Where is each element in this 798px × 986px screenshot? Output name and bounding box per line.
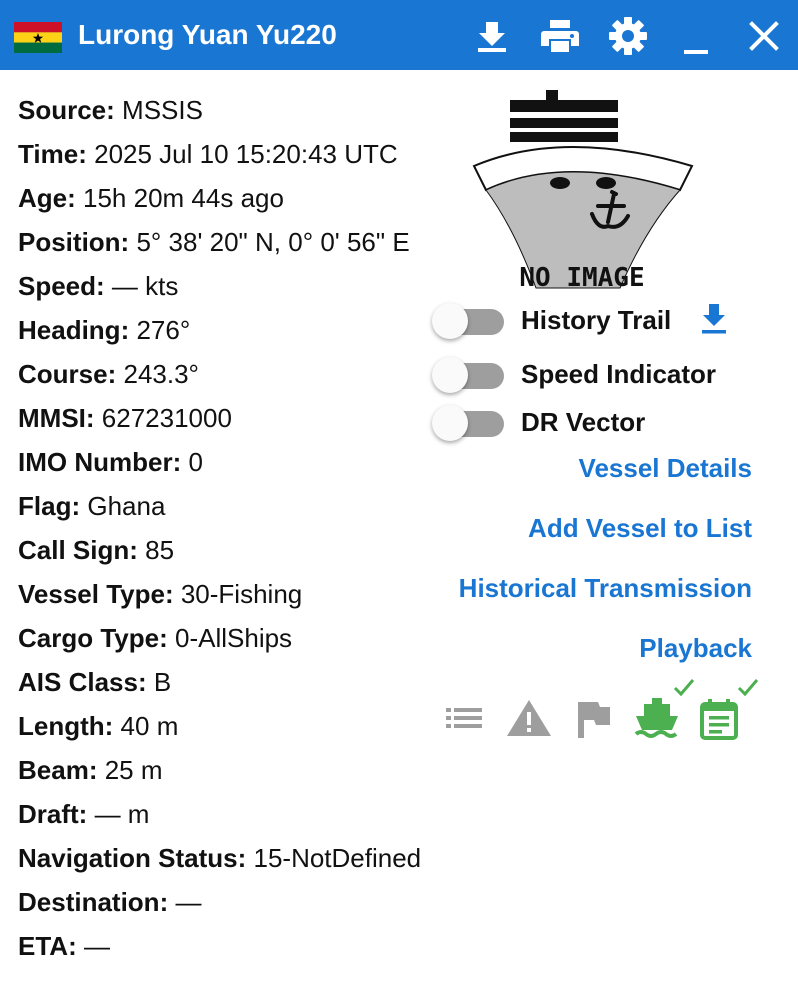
detail-label: Cargo Type: [18, 623, 168, 653]
detail-label: Destination: [18, 887, 169, 917]
no-image-label: NO IMAGE [519, 263, 644, 293]
detail-row: Beam: 25 m [18, 752, 448, 796]
detail-value: 2025 Jul 10 15:20:43 UTC [94, 139, 398, 169]
detail-label: ETA: [18, 931, 77, 961]
flag-icon[interactable] [568, 694, 618, 744]
calendar-note-icon[interactable] [696, 694, 746, 744]
detail-value: 40 m [120, 711, 179, 741]
switch-knob [432, 303, 468, 339]
detail-row: ETA: — [18, 928, 448, 972]
detail-row: Call Sign: 85 [18, 532, 448, 576]
detail-value: 0-AllShips [175, 623, 293, 653]
detail-row: Age: 15h 20m 44s ago [18, 180, 448, 224]
print-icon[interactable] [540, 16, 580, 56]
detail-label: Heading: [18, 315, 130, 345]
detail-label: Age: [18, 183, 76, 213]
playback-link[interactable]: Playback [639, 630, 752, 666]
detail-label: Time: [18, 139, 87, 169]
detail-value: 627231000 [101, 403, 232, 433]
detail-label: Position: [18, 227, 130, 257]
detail-value: 15h 20m 44s ago [83, 183, 284, 213]
detail-value: 85 [145, 535, 175, 565]
detail-row: Flag: Ghana [18, 488, 448, 532]
detail-label: Vessel Type: [18, 579, 174, 609]
detail-label: Length: [18, 711, 114, 741]
detail-label: Course: [18, 359, 117, 389]
detail-row: MMSI: 627231000 [18, 400, 448, 444]
detail-label: Flag: [18, 491, 81, 521]
window-title: Lurong Yuan Yu220 [78, 19, 337, 50]
detail-row: IMO Number: 0 [18, 444, 448, 488]
detail-label: Beam: [18, 755, 98, 785]
history-trail-download-icon[interactable] [698, 302, 730, 336]
detail-value: 25 m [104, 755, 163, 785]
warning-icon[interactable] [504, 694, 554, 744]
detail-value: MSSIS [122, 95, 203, 125]
switch-knob [432, 405, 468, 441]
detail-row: Source: MSSIS [18, 92, 448, 136]
detail-value: B [153, 667, 172, 697]
detail-value: — m [94, 799, 150, 829]
minimize-icon[interactable] [676, 16, 716, 56]
detail-value: — kts [111, 271, 179, 301]
detail-label: Source: [18, 95, 115, 125]
download-icon[interactable] [472, 16, 512, 56]
close-icon[interactable] [744, 16, 784, 56]
detail-value: 15-NotDefined [253, 843, 422, 873]
detail-label: IMO Number: [18, 447, 182, 477]
detail-value: 243.3° [123, 359, 199, 389]
detail-value: 0 [188, 447, 203, 477]
historical-transmission-link[interactable]: Historical Transmission [459, 570, 752, 606]
detail-label: Speed: [18, 271, 105, 301]
detail-value: 276° [136, 315, 191, 345]
detail-row: Draft: — m [18, 796, 448, 840]
detail-row: Navigation Status: 15-NotDefined [18, 840, 448, 884]
ship-icon[interactable] [632, 694, 682, 744]
history-trail-label: History Trail [521, 305, 672, 335]
dr-vector-label: DR Vector [521, 407, 646, 437]
detail-value: Ghana [87, 491, 166, 521]
detail-label: Navigation Status: [18, 843, 247, 873]
vessel-details-list: Source: MSSIS Time: 2025 Jul 10 15:20:43 … [18, 92, 448, 972]
checkmark-icon [672, 676, 696, 700]
detail-value: — [83, 931, 110, 961]
detail-value: 5° 38' 20" N, 0° 0' 56" E [136, 227, 410, 257]
detail-label: Draft: [18, 799, 88, 829]
detail-label: Call Sign: [18, 535, 138, 565]
gear-icon[interactable] [608, 16, 648, 56]
detail-row: AIS Class: B [18, 664, 448, 708]
detail-label: MMSI: [18, 403, 95, 433]
history-trail-switch[interactable] [432, 303, 506, 339]
speed-indicator-label: Speed Indicator [521, 359, 717, 389]
detail-row: Length: 40 m [18, 708, 448, 752]
switch-knob [432, 357, 468, 393]
detail-row: Time: 2025 Jul 10 15:20:43 UTC [18, 136, 448, 180]
speed-indicator-switch[interactable] [432, 357, 506, 393]
detail-row: Position: 5° 38' 20" N, 0° 0' 56" E [18, 224, 448, 268]
detail-value: 30-Fishing [180, 579, 303, 609]
list-icon[interactable] [440, 694, 490, 744]
vessel-details-link[interactable]: Vessel Details [579, 450, 752, 486]
checkmark-icon [736, 676, 760, 700]
detail-row: Cargo Type: 0-AllShips [18, 620, 448, 664]
detail-row: Speed: — kts [18, 268, 448, 312]
add-vessel-to-list-link[interactable]: Add Vessel to List [528, 510, 752, 546]
detail-row: Heading: 276° [18, 312, 448, 356]
detail-row: Destination: — [18, 884, 448, 928]
dr-vector-switch[interactable] [432, 405, 506, 441]
detail-row: Vessel Type: 30-Fishing [18, 576, 448, 620]
detail-label: AIS Class: [18, 667, 147, 697]
ghana-flag-icon [14, 22, 62, 53]
title-bar: Lurong Yuan Yu220 [0, 0, 798, 70]
no-image-placeholder: NO IMAGE [470, 88, 694, 296]
detail-row: Course: 243.3° [18, 356, 448, 400]
detail-value: — [175, 887, 202, 917]
